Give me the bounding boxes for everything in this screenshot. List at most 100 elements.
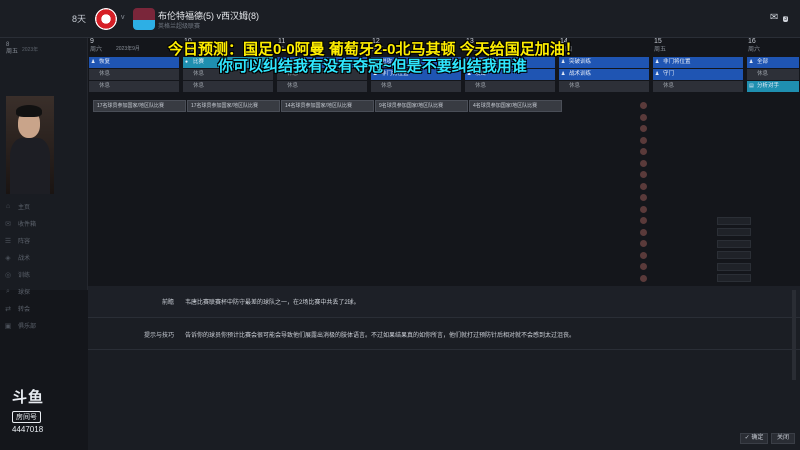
menu-item-label: 阵容: [18, 239, 31, 245]
scrollbar[interactable]: [792, 290, 796, 380]
menu-item-inbox[interactable]: ✉ 收件箱: [4, 215, 36, 232]
home-icon: ⌂: [5, 203, 11, 210]
training-slot[interactable]: ♟ 战术训练: [559, 69, 649, 80]
training-slot[interactable]: 休息: [747, 69, 799, 80]
international-duty-banner[interactable]: 17名球员参加国家/地区队比赛: [187, 100, 280, 112]
current-date: 8 周五: [6, 42, 18, 56]
training-slot[interactable]: 休息: [89, 81, 179, 92]
training-slot[interactable]: 休息: [371, 81, 461, 92]
day-number: 16: [748, 38, 756, 45]
list-item: [95, 114, 275, 124]
confirm-button[interactable]: ✓ 确定: [740, 433, 768, 444]
person-icon: ♟: [655, 71, 660, 77]
menu-item-label: 球探: [18, 290, 31, 296]
list-item: [95, 154, 275, 164]
training-slot[interactable]: 休息: [183, 81, 273, 92]
training-slot[interactable]: 休息: [653, 81, 743, 92]
role-select[interactable]: [717, 274, 751, 283]
stream-overlay-message: 你可以纠结我有没有夺冠~但是不要纠结我用谁: [218, 58, 527, 75]
slot-label: 休息: [381, 83, 393, 89]
player-badge: [640, 136, 647, 144]
preview-text: 韦唐比赛联赛杯中防守最差的球队之一，在2场比赛中共丢了2球。: [185, 300, 360, 306]
away-team-crest[interactable]: [133, 8, 155, 30]
role-select[interactable]: [717, 262, 751, 271]
notification-button[interactable]: ✉ 3: [770, 12, 788, 26]
player-badge: [640, 263, 647, 271]
notification-count: 3: [783, 16, 788, 22]
days-until-match: 8天: [72, 14, 87, 24]
current-year: 2023年: [22, 47, 39, 53]
menu-item-label: 战术: [18, 256, 31, 262]
competition-name: 英格兰超级联赛: [158, 24, 201, 30]
slot-label: 休息: [475, 83, 487, 89]
international-duty-banner[interactable]: 9名球员参加国家/地区队比赛: [375, 100, 468, 112]
player-badge: [640, 274, 647, 282]
month-label: 2023年9月: [116, 46, 140, 52]
player-badge: [640, 182, 647, 190]
close-label: 关闭: [776, 435, 789, 441]
current-weekday: 周五: [6, 49, 19, 55]
inbox-icon: ✉: [5, 220, 11, 228]
menu-item-home[interactable]: ⌂ 主页: [4, 198, 36, 215]
list-item: [640, 146, 760, 158]
menu-item-label: 训练: [18, 273, 31, 279]
analysis-icon: ▤: [749, 83, 754, 89]
training-slot[interactable]: ♟ 恢复: [89, 57, 179, 68]
international-duty-banner[interactable]: 17名球员参加国家/地区队比赛: [93, 100, 186, 112]
role-select[interactable]: [717, 239, 751, 248]
menu-item-squad[interactable]: ☰ 阵容: [4, 232, 36, 249]
list-item: [640, 227, 760, 239]
confirm-label: 确定: [751, 435, 764, 441]
menu-item-training[interactable]: ◎ 训练: [4, 266, 36, 283]
list-item: [95, 144, 275, 154]
room-badge: 房间号: [12, 411, 41, 423]
training-slot[interactable]: ▤ 分析对手: [747, 81, 799, 92]
training-slot[interactable]: ♟ 全部: [747, 57, 799, 68]
slot-label: 非门将位置: [663, 59, 691, 65]
role-select[interactable]: [717, 228, 751, 237]
person-icon: ♟: [561, 71, 566, 77]
list-item: [640, 273, 760, 285]
role-select[interactable]: [717, 251, 751, 260]
tips-row: 提示与技巧 告诉你的球员你预计比赛会很可能会导致他们展露出消极的肢体语言。不过如…: [88, 318, 800, 350]
player-badge: [640, 205, 647, 213]
menu-item-scouting[interactable]: ⌕ 球探: [4, 283, 36, 300]
training-slot[interactable]: 休息: [465, 81, 555, 92]
background-list: [95, 114, 275, 164]
training-slot[interactable]: ♟ 非门将位置: [653, 57, 743, 68]
current-day-num: 8: [6, 42, 10, 48]
menu-item-club[interactable]: ▣ 俱乐部: [4, 317, 36, 334]
slot-label: 休息: [287, 83, 299, 89]
menu-item-transfers[interactable]: ⇄ 转会: [4, 300, 36, 317]
slot-label: 分析对手: [757, 83, 780, 89]
role-select[interactable]: [717, 216, 751, 225]
list-item: [640, 112, 760, 124]
list-item: [640, 192, 760, 204]
club-icon: ▣: [4, 322, 12, 330]
training-slot[interactable]: 休息: [559, 81, 649, 92]
day-number: 15: [654, 38, 662, 45]
left-sidebar: 8 周五 2023年 ⌂ 主页 ✉ 收件箱 ☰ 阵容 ◈ 战术 ◎ 训练 ⌕ 球探 ⇄ 转会 …: [0, 38, 88, 330]
slot-label: 休息: [663, 83, 675, 89]
player-badge: [640, 194, 647, 202]
slot-label: 休息: [99, 71, 111, 77]
day-name: 周六: [748, 47, 761, 53]
notification-icon: ✉: [770, 12, 779, 23]
training-slot[interactable]: ♟ 守门: [653, 69, 743, 80]
international-duty-banner[interactable]: 14名球员参加国家/地区队比赛: [281, 100, 374, 112]
international-duty-banner[interactable]: 4名球员参加国家/地区队比赛: [469, 100, 562, 112]
player-badge: [640, 240, 647, 248]
list-item: [640, 158, 760, 170]
training-slot[interactable]: 休息: [277, 81, 367, 92]
menu-item-tactics[interactable]: ◈ 战术: [4, 249, 36, 266]
menu-item-label: 收件箱: [18, 222, 37, 228]
tips-label: 提示与技巧: [143, 333, 174, 339]
slot-label: 休息: [99, 83, 111, 89]
training-slot[interactable]: 休息: [89, 69, 179, 80]
list-item: [640, 100, 760, 112]
slot-label: 休息: [193, 83, 205, 89]
home-team-crest[interactable]: [95, 8, 117, 30]
douyu-brand: 斗鱼: [12, 389, 45, 406]
close-button[interactable]: 关闭: [771, 433, 795, 444]
calendar-day: 16 周六 ♟ 全部 休息 ▤ 分析对手: [746, 38, 800, 93]
